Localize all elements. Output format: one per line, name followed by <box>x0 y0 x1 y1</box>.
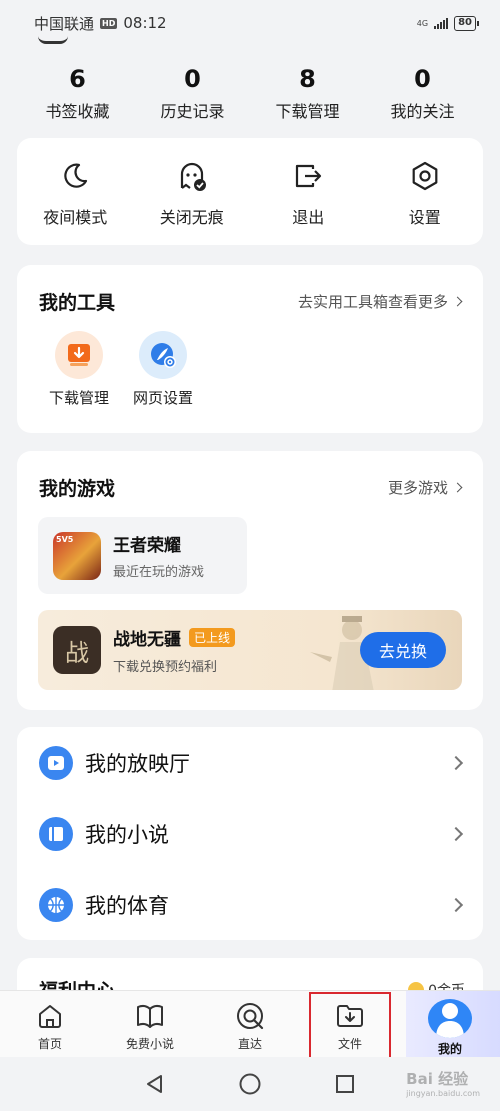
quick-actions-card: 夜间模式 关闭无痕 退出 设置 <box>17 138 483 245</box>
bottom-tab-bar: 首页 免费小说 直达 文件 我的 <box>0 990 500 1066</box>
list-item-label: 我的体育 <box>85 893 169 918</box>
quick-action-label: 关闭无痕 <box>159 208 224 227</box>
game-promo-banner[interactable]: 战 战地无疆 已上线 下载兑换预约福利 去兑换 <box>38 610 462 690</box>
section-title: 我的工具 <box>39 291 116 314</box>
game-thumb-text: 5V5 <box>56 534 74 544</box>
list-item-theater[interactable]: 我的放映厅 <box>17 727 483 798</box>
promo-game-name: 战地无疆 <box>113 630 181 650</box>
open-book-icon <box>135 1001 165 1031</box>
exit-icon <box>292 160 324 192</box>
recent-game-item[interactable]: 5V5 王者荣耀 最近在玩的游戏 <box>38 517 247 594</box>
close-incognito-button[interactable]: 关闭无痕 <box>134 138 251 245</box>
entries-list-card: 我的放映厅 我的小说 我的体育 <box>17 727 483 940</box>
tool-download-manager[interactable]: 下载管理 <box>43 331 115 408</box>
stat-bookmarks[interactable]: 6 书签收藏 <box>20 62 135 122</box>
watermark: Bai 经验 jingyan.baidu.com <box>406 1068 480 1098</box>
network-type: 4G <box>416 18 429 28</box>
book-icon <box>39 816 73 851</box>
watermark-main: Bai 经验 <box>406 1070 469 1088</box>
stat-value: 8 <box>299 65 316 93</box>
promo-subtitle: 下载兑换预约福利 <box>113 660 218 675</box>
chevron-right-icon <box>448 826 464 841</box>
list-item-label: 我的小说 <box>85 822 169 847</box>
chevron-right-icon <box>452 296 463 306</box>
list-item-label: 我的放映厅 <box>85 751 190 776</box>
tool-label: 网页设置 <box>132 389 193 407</box>
more-games-link[interactable]: 更多游戏 <box>387 477 463 498</box>
promo-game-thumbnail: 战 <box>53 626 101 674</box>
tool-web-settings[interactable]: 网页设置 <box>127 331 199 408</box>
ghost-icon <box>176 160 208 192</box>
battery-icon: 80 <box>454 15 479 31</box>
tab-label: 首页 <box>37 1037 62 1051</box>
tab-free-novels[interactable]: 免费小说 <box>100 991 200 1057</box>
exit-button[interactable]: 退出 <box>250 138 367 245</box>
moon-icon <box>59 160 91 192</box>
stat-label: 下载管理 <box>275 102 340 121</box>
my-tools-card: 我的工具 去实用工具箱查看更多 下载管理 网页设置 <box>17 265 483 433</box>
chevron-right-icon <box>448 897 464 912</box>
more-link-label: 更多游戏 <box>387 478 448 497</box>
back-icon[interactable] <box>144 1073 166 1095</box>
stat-label: 书签收藏 <box>45 102 110 121</box>
tab-me[interactable]: 我的 <box>400 991 500 1058</box>
status-bar: 中国联通 HD 08:12 4G 80 <box>0 0 500 46</box>
stat-value: 0 <box>184 65 201 93</box>
stat-label: 我的关注 <box>390 102 455 121</box>
stat-value: 6 <box>69 65 86 93</box>
watermark-sub: jingyan.baidu.com <box>406 1089 480 1098</box>
my-games-card: 我的游戏 更多游戏 5V5 王者荣耀 最近在玩的游戏 战 战地无疆 已上线 下载… <box>17 451 483 710</box>
stat-value: 0 <box>414 65 431 93</box>
signal-icon <box>434 17 449 29</box>
download-icon <box>55 331 103 379</box>
stat-history[interactable]: 0 历史记录 <box>135 62 250 122</box>
redeem-button[interactable]: 去兑换 <box>360 632 446 668</box>
chevron-right-icon <box>448 755 464 770</box>
carrier-name: 中国联通 <box>34 14 95 33</box>
chevron-right-icon <box>452 482 463 492</box>
gear-icon <box>409 160 441 192</box>
web-settings-icon <box>139 331 187 379</box>
avatar-icon <box>428 999 472 1038</box>
tab-label: 我的 <box>437 1042 462 1056</box>
game-name: 王者荣耀 <box>113 536 181 556</box>
more-link-label: 去实用工具箱查看更多 <box>297 292 448 311</box>
basketball-icon <box>39 887 73 922</box>
hd-badge: HD <box>100 17 118 29</box>
tab-file[interactable]: 文件 <box>300 991 400 1066</box>
highlight-frame <box>309 992 391 1066</box>
play-icon <box>39 745 73 780</box>
list-item-sports[interactable]: 我的体育 <box>17 869 483 940</box>
tab-direct[interactable]: 直达 <box>200 991 300 1057</box>
game-subtitle: 最近在玩的游戏 <box>113 565 205 580</box>
tools-more-link[interactable]: 去实用工具箱查看更多 <box>297 291 463 312</box>
stat-following[interactable]: 0 我的关注 <box>365 62 480 122</box>
tab-label: 直达 <box>237 1037 262 1051</box>
stats-row: 6 书签收藏 0 历史记录 8 下载管理 0 我的关注 <box>20 62 480 122</box>
tab-home[interactable]: 首页 <box>0 991 100 1057</box>
quick-action-label: 夜间模式 <box>43 208 108 227</box>
profile-avatar-edge[interactable] <box>38 36 68 44</box>
quick-action-label: 退出 <box>292 208 325 227</box>
tool-label: 下载管理 <box>48 389 109 407</box>
tab-label: 免费小说 <box>125 1037 174 1051</box>
section-title: 我的游戏 <box>39 477 116 500</box>
recents-square-icon[interactable] <box>334 1073 356 1095</box>
quick-action-label: 设置 <box>408 208 441 227</box>
clock: 08:12 <box>123 14 167 32</box>
home-circle-icon[interactable] <box>238 1072 262 1096</box>
night-mode-button[interactable]: 夜间模式 <box>17 138 134 245</box>
stat-label: 历史记录 <box>160 102 225 121</box>
game-thumbnail: 5V5 <box>53 531 101 580</box>
direct-icon <box>235 1001 265 1031</box>
list-item-novels[interactable]: 我的小说 <box>17 798 483 869</box>
stat-downloads[interactable]: 8 下载管理 <box>250 62 365 122</box>
home-icon <box>35 1001 65 1031</box>
settings-button[interactable]: 设置 <box>367 138 484 245</box>
status-badge: 已上线 <box>189 628 236 647</box>
